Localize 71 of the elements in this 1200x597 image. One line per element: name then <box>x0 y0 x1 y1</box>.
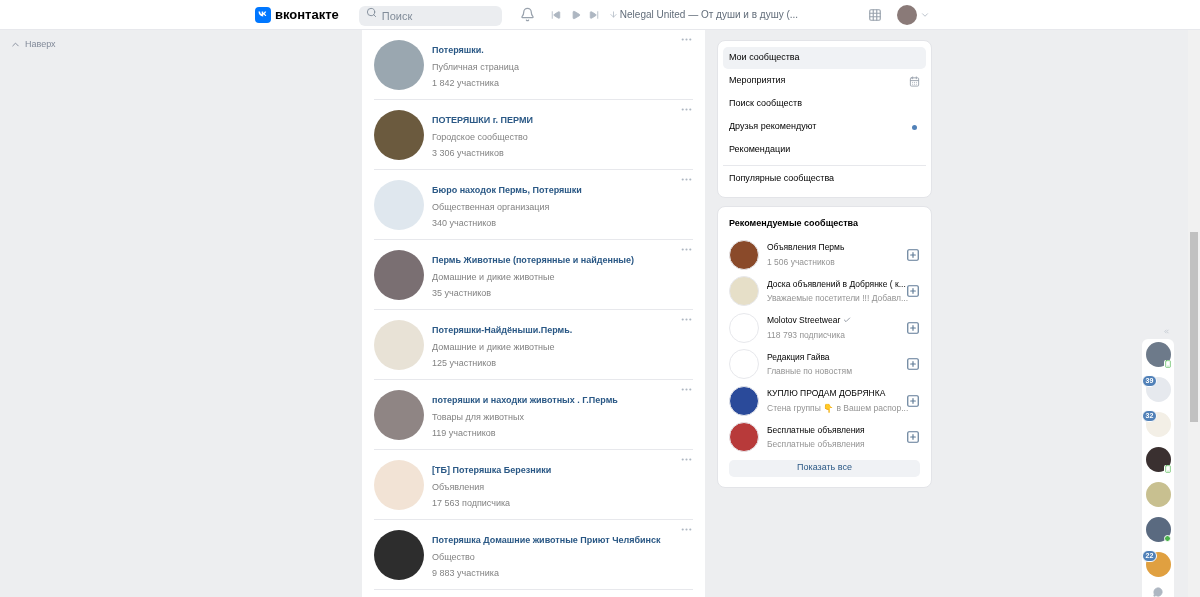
group-type: Домашние и дикие животные <box>432 340 556 354</box>
search-field[interactable]: Поиск <box>358 5 502 26</box>
next-icon[interactable] <box>588 9 599 20</box>
community-name[interactable]: Объявления Пермь <box>767 241 845 254</box>
member-count: 119 участников <box>432 427 497 440</box>
community-name[interactable]: Бесплатные объявления <box>767 423 865 437</box>
group-name[interactable]: Бюро находок Пермь, Потеряшки <box>432 184 680 198</box>
show-all-button[interactable]: Показать все <box>729 459 920 477</box>
logo-icon[interactable] <box>255 6 271 23</box>
download-icon <box>608 10 618 19</box>
member-count: 340 участников <box>432 217 498 230</box>
group-name[interactable]: Потеряшка Домашние животные Приют Челябинск <box>432 534 680 548</box>
group-avatar[interactable] <box>374 529 424 580</box>
member-count: 35 участников <box>432 287 493 300</box>
community-subtitle: 1 506 участников <box>767 255 836 269</box>
previous-icon[interactable] <box>550 9 561 20</box>
group-type: Товары для животных <box>432 410 525 424</box>
add-icon[interactable] <box>906 320 920 335</box>
chat-avatar[interactable] <box>1145 517 1171 542</box>
group-name[interactable]: потеряшки и находки животных . Г.Пермь <box>432 394 680 408</box>
group-name[interactable]: Пермь Животные (потерянные и найденные) <box>432 254 680 268</box>
add-icon[interactable] <box>906 430 920 445</box>
chat-avatar[interactable] <box>1145 447 1171 472</box>
community-name[interactable]: Molotov Streetwear <box>767 314 841 327</box>
apps-icon[interactable] <box>868 7 882 22</box>
community-name[interactable]: КУПЛЮ ПРОДАМ ДОБРЯНКА <box>767 387 886 400</box>
community-avatar[interactable] <box>729 422 759 453</box>
group-avatar[interactable] <box>374 109 424 160</box>
community-subtitle: 118 793 подписчика <box>767 328 846 342</box>
community-subtitle: Стена группы 👇 в Вашем распор... <box>767 401 906 415</box>
play-icon[interactable] <box>570 9 581 20</box>
add-icon[interactable] <box>906 247 920 262</box>
group-name[interactable]: [ТБ] Потеряшка Березники <box>432 464 680 478</box>
community-subtitle: Главные по новостям <box>767 365 854 378</box>
group-type: Домашние и дикие животные <box>432 270 556 284</box>
group-type: Общество <box>432 550 476 564</box>
menu-item[interactable]: Мероприятия <box>723 70 926 92</box>
calendar-icon <box>909 75 920 87</box>
group-name[interactable]: Потеряшки. <box>432 44 680 58</box>
community-avatar[interactable] <box>729 239 759 270</box>
community-name[interactable]: Редакция Гайва <box>767 350 830 364</box>
logo-text: вконтакте <box>275 5 339 24</box>
add-icon[interactable] <box>906 284 920 299</box>
group-name[interactable]: ПОТЕРЯШКИ г. ПЕРМИ <box>432 114 680 128</box>
menu-item[interactable]: Популярные сообщества <box>723 165 926 191</box>
add-icon[interactable] <box>906 393 920 408</box>
member-count: 1 842 участника <box>432 77 500 90</box>
member-count: 125 участников <box>432 357 498 370</box>
menu-item[interactable]: Поиск сообществ <box>723 93 926 115</box>
add-icon[interactable] <box>906 357 920 372</box>
search-icon <box>365 7 377 18</box>
community-avatar[interactable] <box>729 385 759 416</box>
card-title: Рекомендуемые сообщества <box>729 217 859 230</box>
member-count: 3 306 участников <box>432 147 505 160</box>
member-count: 17 563 подписчика <box>432 497 512 510</box>
menu-item[interactable]: Рекомендации <box>723 139 926 161</box>
group-type: Объявления <box>432 480 486 494</box>
notifications-icon[interactable] <box>519 7 535 22</box>
community-name[interactable]: Доска объявлений в Добрянке ( к... <box>767 277 906 291</box>
track-title[interactable]: Nelegal United — От души и в душу (... <box>619 7 799 22</box>
community-subtitle: Уважаемые посетители !!! Добавл... <box>767 292 906 305</box>
profile-avatar[interactable] <box>897 4 917 25</box>
community-subtitle: Бесплатные объявления <box>767 438 866 451</box>
menu-item[interactable]: Мои сообщества <box>723 47 926 69</box>
group-name[interactable]: Потеряшки-Найдёныши.Пермь. <box>432 324 680 338</box>
member-count: 9 883 участника <box>432 567 500 580</box>
messages-icon[interactable] <box>1153 587 1163 597</box>
group-type: Публичная страница <box>432 60 520 74</box>
group-type: Городское сообщество <box>432 130 529 144</box>
menu-item[interactable]: Друзья рекомендуют <box>723 116 926 138</box>
group-type: Общественная организация <box>432 200 551 214</box>
